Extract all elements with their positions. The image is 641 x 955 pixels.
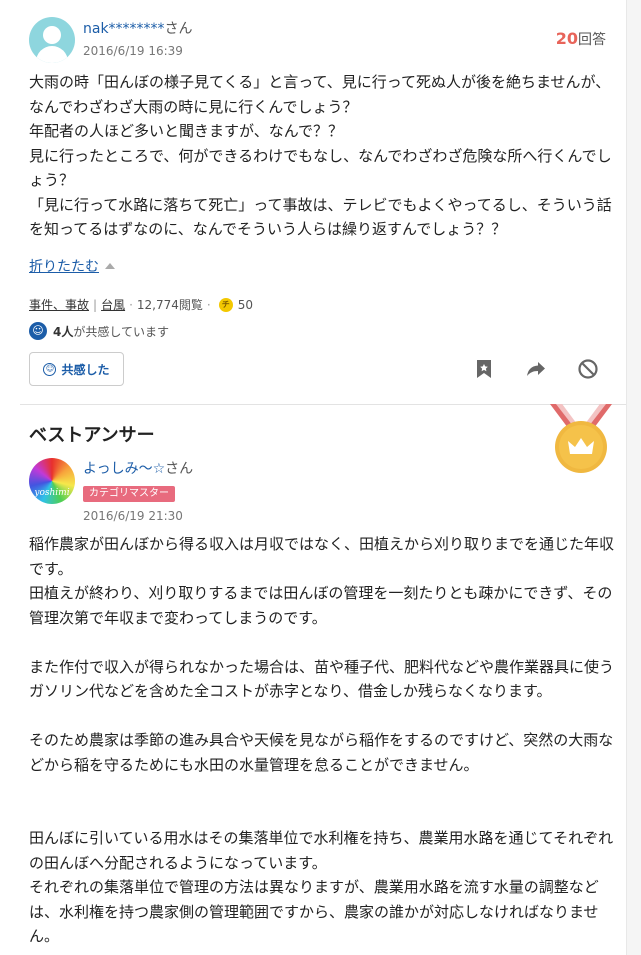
answerer-avatar[interactable]: yoshimi xyxy=(29,458,75,504)
empathy-smile-icon: ☺ xyxy=(29,322,47,340)
coin-value: 50 xyxy=(237,297,254,312)
smile-icon: ☺ xyxy=(43,362,57,376)
answer-body: 稲作農家が田んぼから得る収入は月収ではなく、田植えから刈り取りまでを通じた年収で… xyxy=(29,532,614,949)
collapse-link[interactable]: 折りたたむ xyxy=(29,256,115,276)
answer-count: 20回答 xyxy=(555,29,606,48)
question-line: 「見に行って水路に落ちて死亡」って事故は、テレビでもよくやってるし、そういう話を… xyxy=(29,195,612,239)
question-meta: 事件、事故 | 台風 · 12,774閲覧 · チ 50 xyxy=(29,296,254,313)
category-master-badge: カテゴリマスター xyxy=(83,486,175,502)
answerer-name[interactable]: よっしみ〜☆さん xyxy=(83,458,193,478)
answer-line: 田植えが終わり、刈り取りするまでは田んぼの管理を一刻たりとも疎かにできず、その管… xyxy=(29,584,613,627)
answer-line: 稲作農家が田んぼから得る収入は月収ではなく、田植えから刈り取りまでを通じた年収で… xyxy=(29,535,615,578)
bookmark-icon[interactable] xyxy=(472,357,496,381)
empathy-button[interactable]: ☺ 共感した xyxy=(29,352,124,386)
answer-date: 2016/6/19 21:30 xyxy=(83,509,183,523)
questioner-name[interactable]: nak********さん xyxy=(83,18,193,38)
scrollbar[interactable] xyxy=(626,0,641,955)
question-body: 大雨の時「田んぼの様子見てくる」と言って、見に行って死ぬ人が後を絶ちませんが、な… xyxy=(29,70,614,242)
view-count: 12,774閲覧 xyxy=(136,298,203,312)
empathy-summary: ☺ 4人 が共感しています xyxy=(29,322,169,340)
question-line: 大雨の時「田んぼの様子見てくる」と言って、見に行って死ぬ人が後を絶ちませんが、な… xyxy=(29,73,611,116)
best-answer-heading: ベストアンサー xyxy=(29,425,155,446)
answer-line: また作付で収入が得られなかった場合は、苗や種子代、肥料代などや農作業器具に使うガ… xyxy=(29,657,615,701)
gold-medal-icon xyxy=(550,404,612,473)
coin-icon: チ xyxy=(218,297,233,312)
section-divider xyxy=(20,404,626,405)
question-line: 年配者の人ほど多いと聞きますが、なんで？？ xyxy=(29,122,343,140)
question-line: 見に行ったところで、何ができるわけでもなし、なんでわざわざ危険な所へ行くんでしょ… xyxy=(29,146,612,190)
share-icon[interactable] xyxy=(524,357,548,381)
question-card: nak********さん 2016/6/19 16:39 20回答 大雨の時「… xyxy=(0,0,626,955)
chevron-up-icon xyxy=(105,263,115,269)
category-link-typhoon[interactable]: 台風 xyxy=(101,296,125,313)
answer-line: 田んぼに引いている用水はその集落単位で水利権を持ち、農業用水路を通じてそれぞれの… xyxy=(29,829,614,872)
block-icon[interactable] xyxy=(576,357,600,381)
question-date: 2016/6/19 16:39 xyxy=(83,44,183,58)
answer-line: そのため農家は季節の進み具合や天候を見ながら稲作をするのですけど、突然の大雨など… xyxy=(29,731,614,774)
empathy-count: 4人 xyxy=(53,324,74,339)
questioner-avatar[interactable] xyxy=(29,17,75,63)
answer-line: それぞれの集落単位で管理の方法は異なりますが、農業用水路を流す水量の調整などは、… xyxy=(29,878,599,945)
category-link-incident[interactable]: 事件、事故 xyxy=(29,296,89,313)
